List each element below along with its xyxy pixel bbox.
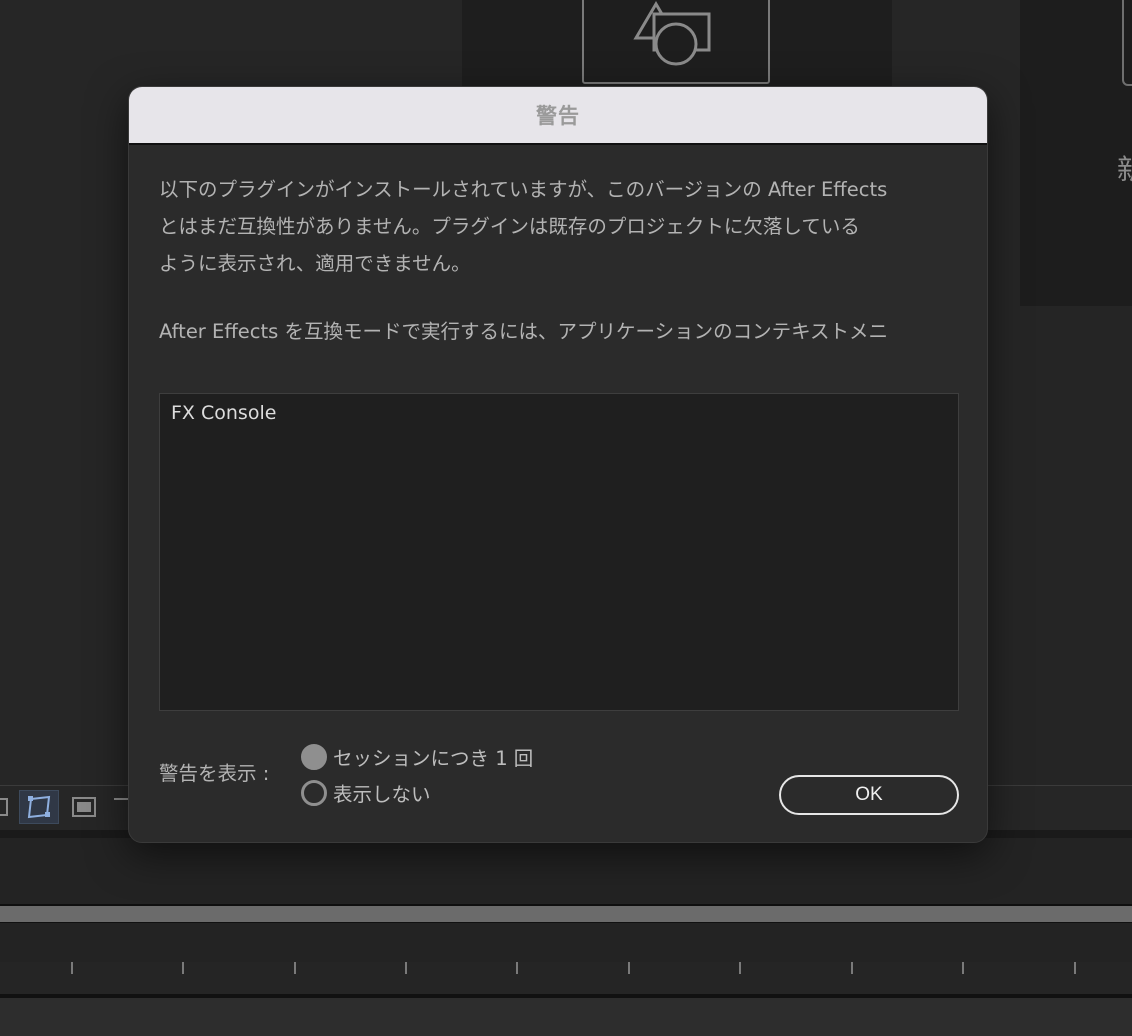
radio-selected-icon[interactable] — [301, 743, 327, 770]
new-label: 新 — [1117, 153, 1132, 186]
timeline-header-panel — [0, 838, 1132, 904]
ruler-tick — [962, 962, 964, 974]
dialog-message: 以下のプラグインがインストールされていますが、このバージョンの After Ef… — [159, 171, 959, 350]
ruler-tick — [851, 962, 853, 974]
rect-icon — [72, 797, 96, 817]
tool-mask-path[interactable] — [19, 790, 59, 824]
radio-label: セッションにつき 1 回 — [333, 747, 534, 770]
ok-button[interactable]: OK — [779, 775, 959, 815]
radio-once-per-session[interactable]: セッションにつき 1 回 — [301, 742, 533, 771]
show-warning-label: 警告を表示 : — [159, 762, 270, 785]
tool-toggle-transparency[interactable] — [0, 790, 18, 824]
list-item[interactable]: FX Console — [171, 402, 276, 424]
warning-dialog: 警告 以下のプラグインがインストールされていますが、このバージョンの After… — [128, 86, 988, 843]
radio-unselected-icon[interactable] — [301, 779, 327, 806]
timeline-area — [0, 922, 1132, 962]
new-project-panel — [1020, 0, 1132, 306]
ruler-tick — [516, 962, 518, 974]
radio-never-show[interactable]: 表示しない — [301, 778, 431, 807]
plugin-list[interactable]: FX Console — [159, 393, 959, 711]
dialog-titlebar[interactable]: 警告 — [129, 87, 987, 145]
radio-label: 表示しない — [333, 783, 431, 806]
tool-region-of-interest[interactable] — [64, 790, 104, 824]
timeline-layers-area — [0, 998, 1132, 1036]
message-paragraph-1: 以下のプラグインがインストールされていますが、このバージョンの After Ef… — [159, 178, 888, 275]
ruler-tick — [294, 962, 296, 974]
shape-tile[interactable] — [582, 0, 770, 84]
grid-icon — [0, 798, 8, 816]
message-paragraph-2: After Effects を互換モードで実行するには、アプリケーションのコンテ… — [159, 320, 889, 343]
shapes-icon — [633, 1, 711, 66]
ruler-tick — [1074, 962, 1076, 974]
dialog-title: 警告 — [536, 104, 580, 128]
ruler-tick — [628, 962, 630, 974]
ruler-tick — [405, 962, 407, 974]
ruler-tick — [739, 962, 741, 974]
mask-icon — [27, 795, 51, 819]
ruler-tick — [182, 962, 184, 974]
ruler-tick — [71, 962, 73, 974]
new-project-tile[interactable] — [1122, 0, 1132, 86]
work-area-bar[interactable] — [0, 906, 1132, 922]
